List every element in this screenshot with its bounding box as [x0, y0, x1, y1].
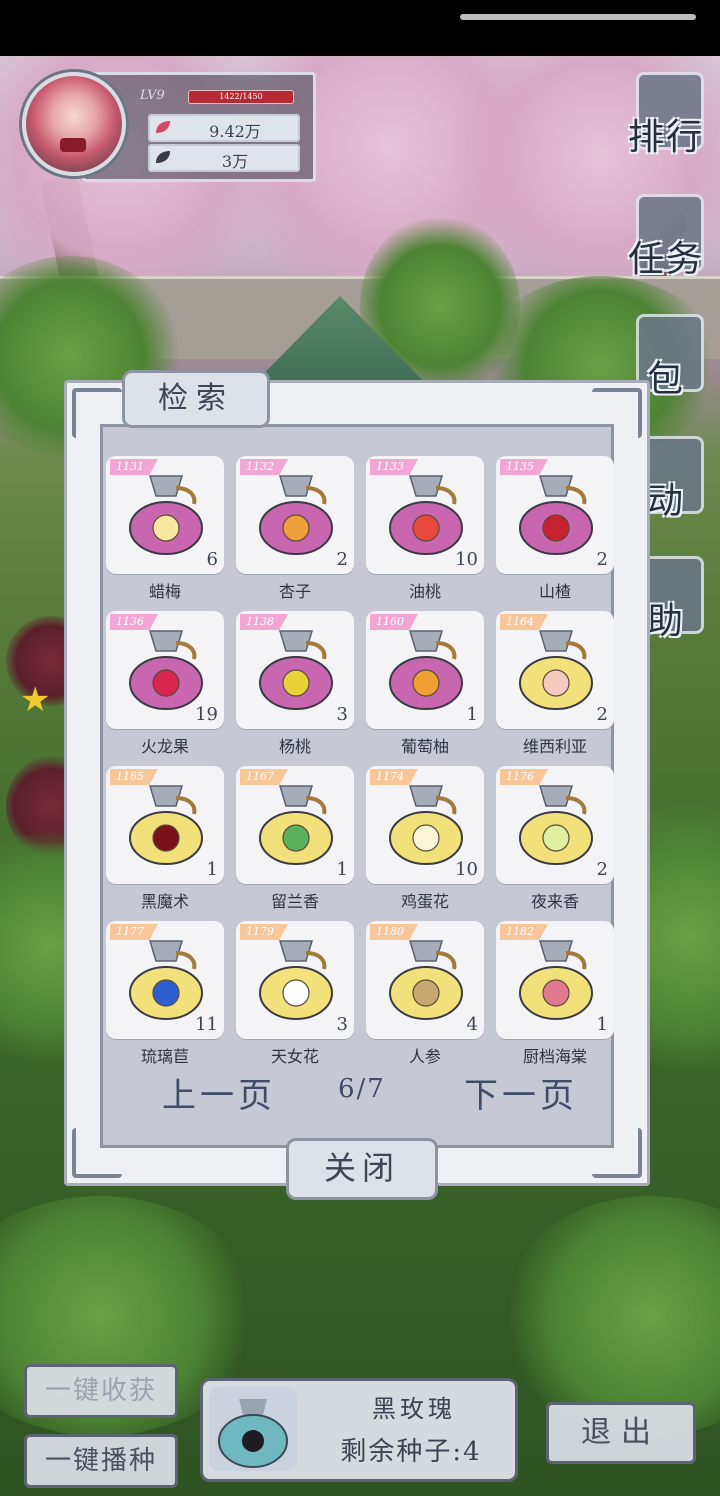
- seed-name-label: 留兰香: [270, 892, 319, 911]
- seed-name-label: 厨档海棠: [522, 1047, 587, 1066]
- selected-seed-icon: [209, 1387, 297, 1471]
- seed-bag-icon: [389, 630, 463, 710]
- seed-name-label: 杨桃: [278, 737, 311, 756]
- system-status-bar: [0, 0, 720, 56]
- player-info-panel[interactable]: LV9 1422/1450 9.42万 3万: [12, 66, 316, 184]
- seed-bag-icon: [129, 785, 203, 865]
- seed-count: 2: [596, 859, 608, 880]
- seed-slot[interactable]: 1138 3: [236, 611, 354, 729]
- seed-bag-icon: [519, 475, 593, 555]
- seed-count: 6: [206, 549, 218, 570]
- exit-button[interactable]: 退出: [546, 1402, 696, 1464]
- close-button[interactable]: 关闭: [286, 1138, 438, 1200]
- seed-slot[interactable]: 1176 2: [496, 766, 614, 884]
- side-button-label: 任务: [627, 239, 704, 280]
- dark-leaf-icon: [156, 151, 170, 163]
- star-icon: ★: [20, 680, 51, 720]
- seeds-remaining: 剩余种子:4: [340, 1437, 482, 1467]
- pink-leaf-icon: [156, 121, 170, 133]
- seed-slot[interactable]: 1133 10: [366, 456, 484, 574]
- seed-slot[interactable]: 1135 2: [496, 456, 614, 574]
- seed-name-label: 杏子: [278, 582, 311, 601]
- seed-slot[interactable]: 1177 11: [106, 921, 224, 1039]
- seed-count: 11: [195, 1014, 218, 1035]
- seed-bag-icon: [519, 940, 593, 1020]
- seed-slot[interactable]: 1136 19: [106, 611, 224, 729]
- gesture-pill: [460, 14, 696, 20]
- seed-slot[interactable]: 1180 4: [366, 921, 484, 1039]
- seed-slot[interactable]: 1174 10: [366, 766, 484, 884]
- seed-bag-icon: [129, 475, 203, 555]
- seed-name-label: 山楂: [538, 582, 571, 601]
- seed-name-label: 琉璃苣: [140, 1047, 189, 1066]
- seed-bag-icon: [259, 475, 333, 555]
- dialog-title: 检索: [122, 370, 270, 428]
- seed-name-label: 蜡梅: [148, 582, 181, 601]
- seed-name-label: 夜来香: [530, 892, 579, 911]
- seed-bag-icon: [389, 785, 463, 865]
- seed-slot[interactable]: 1165 1: [106, 766, 224, 884]
- seed-bag-icon: [259, 940, 333, 1020]
- seed-name-label: 油桃: [408, 582, 441, 601]
- seed-slot[interactable]: 1164 2: [496, 611, 614, 729]
- seed-bag-icon: [259, 630, 333, 710]
- stat-dark-leaves: 3万: [148, 144, 300, 172]
- side-button-label: 排行: [627, 117, 704, 158]
- seed-count: 10: [455, 549, 478, 570]
- seed-slot[interactable]: 1179 3: [236, 921, 354, 1039]
- seed-slot[interactable]: 1167 1: [236, 766, 354, 884]
- selected-seed-panel[interactable]: 黑玫瑰 剩余种子:4: [200, 1378, 518, 1482]
- prev-page-button[interactable]: 上一页: [162, 1068, 276, 1117]
- seed-count: 1: [596, 1014, 608, 1035]
- seed-count: 3: [336, 1014, 348, 1035]
- next-page-button[interactable]: 下一页: [464, 1068, 578, 1117]
- harvest-all-button[interactable]: 一键收获: [24, 1364, 178, 1418]
- seed-name-label: 维西利亚: [522, 737, 587, 756]
- seed-name-label: 葡萄柚: [400, 737, 449, 756]
- pagination: 上一页 6/7 下一页: [100, 1068, 614, 1118]
- seed-count: 1: [466, 704, 478, 725]
- selected-seed-name: 黑玫瑰: [372, 1395, 456, 1423]
- hp-text: 1422/1450: [219, 92, 263, 101]
- seed-bag-icon: [218, 1399, 288, 1468]
- seed-slot[interactable]: 1160 1: [366, 611, 484, 729]
- page-indicator: 6/7: [338, 1074, 386, 1104]
- seed-count: 2: [336, 549, 348, 570]
- seed-name-label: 人参: [408, 1047, 441, 1066]
- seed-bag-icon: [389, 475, 463, 555]
- seed-count: 2: [596, 704, 608, 725]
- stat-leaf-coins-value: 9.42万: [209, 122, 261, 141]
- stat-leaf-coins: 9.42万: [148, 114, 300, 142]
- seed-count: 19: [195, 704, 218, 725]
- seed-name-label: 鸡蛋花: [400, 892, 449, 911]
- seed-name-label: 黑魔术: [140, 892, 189, 911]
- seed-bag-icon: [129, 940, 203, 1020]
- seed-bag-icon: [259, 785, 333, 865]
- side-button-leaderboard[interactable]: 排行: [616, 64, 716, 164]
- seed-name-label: 天女花: [270, 1047, 319, 1066]
- hp-bar: 1422/1450: [188, 90, 294, 104]
- seed-name-label: 火龙果: [140, 737, 189, 756]
- seed-count: 10: [455, 859, 478, 880]
- plant-all-button[interactable]: 一键播种: [24, 1434, 178, 1488]
- stat-dark-leaves-value: 3万: [221, 152, 249, 171]
- seed-bag-icon: [389, 940, 463, 1020]
- seed-slot[interactable]: 1182 1: [496, 921, 614, 1039]
- seed-count: 1: [336, 859, 348, 880]
- seed-search-dialog: 检索 1131 6 蜡梅 1132 2 杏子 1133 10 油桃 1135 2 山楂 1136 19 火龙…: [64, 370, 650, 1200]
- seed-bag-icon: [519, 785, 593, 865]
- player-level: LV9: [140, 88, 165, 103]
- seed-count: 2: [596, 549, 608, 570]
- seed-bag-icon: [129, 630, 203, 710]
- seed-count: 4: [466, 1014, 478, 1035]
- seed-count: 1: [206, 859, 218, 880]
- player-avatar[interactable]: [22, 72, 126, 176]
- seed-slot[interactable]: 1131 6: [106, 456, 224, 574]
- side-button-tasks[interactable]: 任务: [616, 186, 716, 286]
- seed-count: 3: [336, 704, 348, 725]
- seed-bag-icon: [519, 630, 593, 710]
- seed-slot[interactable]: 1132 2: [236, 456, 354, 574]
